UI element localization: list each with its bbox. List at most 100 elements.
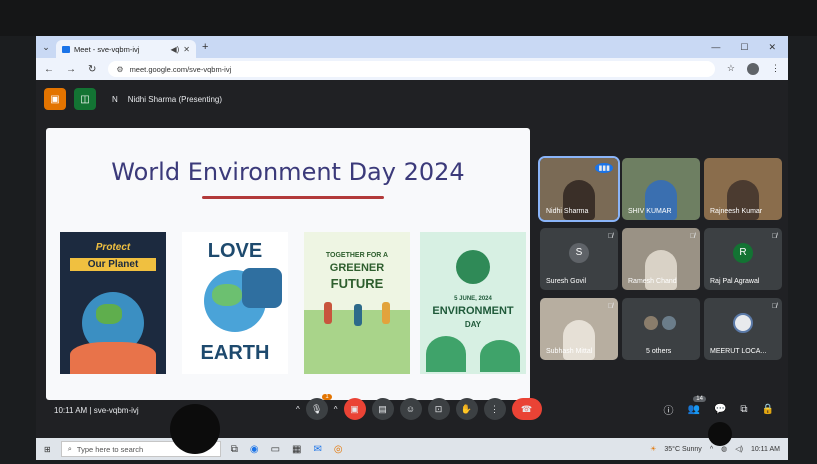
people-icon: 👥 bbox=[687, 404, 700, 415]
info-icon[interactable]: ⓘ bbox=[664, 402, 674, 417]
camera-reflection bbox=[170, 404, 220, 454]
participant-tile-nidhi-sharma[interactable]: ▮▮▮ Nidhi Sharma bbox=[538, 156, 620, 222]
site-info-icon[interactable]: ⚙ bbox=[116, 65, 123, 74]
participant-tile-shiv-kumar[interactable]: SHIV KUMAR bbox=[622, 158, 700, 220]
participant-name: Subhash Mittal bbox=[546, 348, 593, 355]
presenter-initial: N bbox=[112, 94, 118, 104]
tab-title: Meet - sve-vqbm-ivj bbox=[74, 44, 140, 54]
chat-icon[interactable]: 💬 bbox=[714, 404, 726, 415]
present-button[interactable]: ⊡ bbox=[427, 398, 450, 420]
screen: ⌄ Meet - sve-vqbm-ivj ◀) ✕ + — ☐ ✕ ← → ↻… bbox=[36, 36, 788, 460]
mic-badge: 1 bbox=[322, 394, 332, 400]
mic-muted-icon: 🎙̸ bbox=[771, 233, 777, 240]
participant-name: Raj Pal Agrawal bbox=[710, 278, 760, 285]
windows-start-icon[interactable]: ⊞ bbox=[44, 445, 51, 454]
host-controls-icon[interactable]: 🔒 bbox=[762, 404, 774, 415]
system-tray: ☀ 35°C Sunny ^ ◍ ◁) 10:11 AM bbox=[650, 445, 780, 454]
presenter-label: N Nidhi Sharma (Presenting) bbox=[112, 95, 222, 104]
volume-icon[interactable]: ◁) bbox=[735, 445, 743, 453]
weather-icon: ☀ bbox=[650, 446, 657, 453]
tray-chevron-icon[interactable]: ^ bbox=[710, 446, 713, 453]
windows-taskbar: ⊞ ⌕ Type here to search ⧉ ◉ ▭ ▦ ✉ ◎ ☀ 35… bbox=[36, 438, 788, 460]
poster-4-line1: 5 JUNE, 2024 bbox=[454, 296, 492, 302]
mic-muted-icon: 🎙̸ bbox=[771, 303, 777, 310]
meet-side-controls: ⓘ 👥 14 💬 ⧉ 🔒 bbox=[664, 396, 774, 417]
poster-2-line2: EARTH bbox=[200, 342, 270, 364]
mic-muted-icon: 🎙̸ bbox=[607, 233, 613, 240]
forward-icon[interactable]: → bbox=[66, 64, 76, 75]
profile-avatar[interactable] bbox=[747, 63, 759, 75]
poster-4-line2: ENVIRONMENT bbox=[432, 305, 514, 317]
participant-name: 5 others bbox=[646, 348, 672, 355]
participant-tile-rajneesh-kumar[interactable]: Rajneesh Kumar bbox=[704, 158, 782, 220]
camera-reflection bbox=[708, 422, 732, 446]
participant-tile-subhash-mittal[interactable]: 🎙̸ Subhash Mittal bbox=[540, 298, 618, 360]
url-text: meet.google.com/sve-vqbm-ivj bbox=[129, 64, 232, 74]
call-controls: ^ 🎙 1 ^ ▣ ▤ ☺ ⊡ ✋ ⋮ ☎ bbox=[296, 394, 542, 420]
people-button[interactable]: 👥 14 bbox=[687, 396, 706, 415]
chrome-icon[interactable]: ◎ bbox=[334, 444, 343, 455]
participant-name: SHIV KUMAR bbox=[628, 208, 672, 215]
photos-icon[interactable]: ▭ bbox=[271, 444, 280, 455]
captions-button[interactable]: ▤ bbox=[371, 398, 394, 420]
title-underline bbox=[202, 196, 384, 199]
participant-tile-meerut-local[interactable]: 🎙̸ MEERUT LOCA... bbox=[704, 298, 782, 360]
mic-button[interactable]: 🎙 1 bbox=[305, 394, 332, 420]
mail-icon[interactable]: ✉ bbox=[313, 444, 321, 455]
taskbar-clock[interactable]: 10:11 AM bbox=[751, 446, 780, 453]
new-tab-button[interactable]: + bbox=[202, 41, 208, 53]
speaking-indicator-icon: ▮▮▮ bbox=[595, 163, 613, 173]
bookmark-star-icon[interactable]: ☆ bbox=[727, 63, 735, 75]
stop-presenting-icon[interactable]: ▣ bbox=[44, 88, 66, 110]
mic-muted-icon: 🎙̸ bbox=[689, 233, 695, 240]
poster-environment-day: 5 JUNE, 2024 ENVIRONMENT DAY bbox=[420, 232, 526, 374]
activities-icon[interactable]: ⧉ bbox=[740, 404, 747, 415]
participant-tile-raj-pal-agrawal[interactable]: 🎙̸ R Raj Pal Agrawal bbox=[704, 228, 782, 290]
participant-avatar: S bbox=[569, 242, 589, 263]
flower-panel bbox=[242, 268, 282, 308]
emoji-icon: ☺ bbox=[405, 404, 416, 414]
window-close-icon[interactable]: ✕ bbox=[768, 42, 776, 53]
camera-off-icon: ▣ bbox=[350, 403, 359, 414]
audio-options-chevron-icon[interactable]: ^ bbox=[296, 405, 300, 414]
task-view-icon[interactable]: ⧉ bbox=[231, 444, 238, 455]
poster-love-earth: LOVE EARTH bbox=[182, 232, 288, 374]
laptop-bezel bbox=[0, 0, 817, 36]
maximize-icon[interactable]: ☐ bbox=[740, 42, 748, 53]
person-figure bbox=[382, 302, 390, 324]
participant-tile-suresh-govil[interactable]: 🎙̸ S Suresh Govil bbox=[540, 228, 618, 290]
participant-tile-ramesh-chand[interactable]: 🎙̸ Ramesh Chand bbox=[622, 228, 700, 290]
browser-tab[interactable]: Meet - sve-vqbm-ivj ◀) ✕ bbox=[56, 40, 196, 58]
search-icon: ⌕ bbox=[67, 444, 72, 453]
tab-search-icon[interactable]: ⌄ bbox=[36, 42, 56, 53]
layout-icon[interactable]: ◫ bbox=[74, 88, 96, 110]
window-controls: — ☐ ✕ bbox=[711, 42, 788, 53]
meet-page: ▣ ◫ N Nidhi Sharma (Presenting) World En… bbox=[36, 80, 788, 460]
store-icon[interactable]: ▦ bbox=[292, 444, 301, 455]
participant-tile-others[interactable]: 5 others bbox=[622, 298, 700, 360]
tab-close-icon[interactable]: ✕ bbox=[183, 45, 190, 54]
video-options-chevron-icon[interactable]: ^ bbox=[334, 405, 338, 414]
speaker-icon[interactable]: ◀) bbox=[170, 45, 179, 54]
browser-tabbar: ⌄ Meet - sve-vqbm-ivj ◀) ✕ + — ☐ ✕ bbox=[36, 36, 788, 58]
address-bar[interactable]: ⚙ meet.google.com/sve-vqbm-ivj bbox=[108, 61, 715, 77]
participant-name: Ramesh Chand bbox=[628, 278, 677, 285]
emoji-button[interactable]: ☺ bbox=[399, 398, 422, 420]
back-icon[interactable]: ← bbox=[44, 64, 54, 75]
poster-3-line1: TOGETHER FOR A bbox=[325, 252, 389, 259]
person-figure bbox=[324, 302, 332, 324]
shared-slide: World Environment Day 2024 Protect Our P… bbox=[46, 128, 530, 400]
more-options-button[interactable]: ⋮ bbox=[483, 398, 506, 420]
meeting-info: 10:11 AM | sve-vqbm-ivj bbox=[54, 406, 139, 415]
reload-icon[interactable]: ↻ bbox=[88, 64, 96, 75]
leave-call-button[interactable]: ☎ bbox=[511, 398, 542, 420]
network-icon[interactable]: ◍ bbox=[721, 445, 727, 453]
minimize-icon[interactable]: — bbox=[711, 42, 720, 53]
search-placeholder: Type here to search bbox=[76, 444, 144, 454]
camera-off-button[interactable]: ▣ bbox=[343, 398, 366, 420]
participant-avatar: R bbox=[733, 242, 753, 263]
edge-icon[interactable]: ◉ bbox=[250, 444, 259, 455]
menu-kebab-icon[interactable]: ⋮ bbox=[771, 63, 780, 75]
raise-hand-button[interactable]: ✋ bbox=[455, 398, 478, 420]
others-avatar bbox=[662, 316, 676, 330]
